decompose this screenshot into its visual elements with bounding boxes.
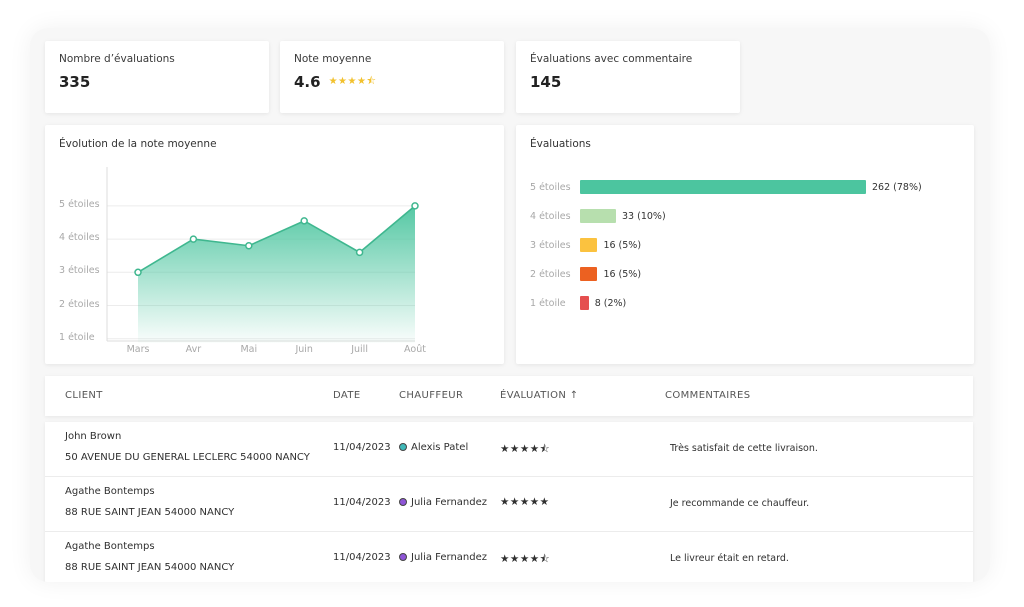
bar-category-label: 4 étoiles (530, 210, 571, 222)
client-address: 88 RUE SAINT JEAN 54000 NANCY (65, 507, 235, 518)
card-title: Évaluations (530, 138, 591, 150)
kpi-value: 335 (59, 73, 90, 91)
data-point[interactable] (189, 235, 198, 243)
table-row[interactable]: Agathe Bontemps 88 RUE SAINT JEAN 54000 … (45, 477, 973, 532)
x-tick-label: Juill (351, 344, 368, 355)
bar-value-label: 262 (78%) (872, 181, 922, 193)
y-tick-label: 3 étoiles (59, 265, 100, 277)
client-name: John Brown (65, 431, 122, 442)
column-header-driver[interactable]: CHAUFFEUR (399, 390, 463, 401)
driver-color-dot (399, 553, 407, 561)
column-header-date[interactable]: DATE (333, 390, 361, 401)
area-fill (138, 205, 415, 343)
kpi-label: Note moyenne (294, 53, 372, 65)
client-name: Agathe Bontemps (65, 486, 155, 497)
driver-color-dot (399, 498, 407, 506)
y-tick-label: 5 étoiles (59, 198, 100, 210)
bar-row: 4 étoiles 33 (10%) (530, 209, 666, 223)
star-rating-icon: ★★★★★ (500, 496, 550, 508)
rating-evolution-chart (106, 167, 419, 343)
bar-row: 5 étoiles 262 (78%) (530, 180, 922, 194)
client-address: 50 AVENUE DU GENERAL LECLERC 54000 NANCY (65, 452, 310, 463)
column-header-rating[interactable]: ÉVALUATION ↑ (500, 390, 579, 401)
kpi-label: Nombre d’évaluations (59, 53, 175, 65)
kpi-value: 4.6 ★★★★⯪ (294, 73, 376, 91)
data-point[interactable] (300, 217, 308, 225)
bar-value-label: 33 (10%) (622, 210, 666, 222)
bar-category-label: 2 étoiles (530, 268, 571, 280)
data-point[interactable] (245, 241, 253, 250)
y-tick-label: 1 étoile (59, 331, 95, 343)
bar-row: 2 étoiles 16 (5%) (530, 267, 641, 281)
ratings-distribution-card: Évaluations 5 étoiles 262 (78%) 4 étoiles 3… (516, 125, 974, 364)
bar[interactable] (580, 209, 617, 223)
table-row[interactable]: John Brown 50 AVENUE DU GENERAL LECLERC … (45, 422, 973, 477)
bar-category-label: 5 étoiles (530, 181, 571, 193)
comment: Le livreur était en retard. (670, 553, 789, 564)
bar[interactable] (580, 296, 589, 310)
comment: Très satisfait de cette livraison. (670, 443, 818, 454)
x-tick-label: Avr (185, 344, 202, 355)
y-tick-label: 4 étoiles (59, 232, 100, 244)
kpi-card-comments: Évaluations avec commentaire 145 (516, 41, 740, 113)
kpi-card-average: Note moyenne 4.6 ★★★★⯪ (280, 41, 504, 113)
star-rating-icon: ★★★★⯪ (328, 75, 377, 87)
review-date: 11/04/2023 (333, 442, 391, 453)
client-address: 88 RUE SAINT JEAN 54000 NANCY (65, 562, 235, 573)
driver[interactable]: Julia Fernandez (399, 497, 487, 508)
driver[interactable]: Julia Fernandez (399, 552, 487, 563)
client-name: Agathe Bontemps (65, 541, 155, 552)
data-point[interactable] (134, 268, 142, 277)
data-point[interactable] (355, 248, 364, 257)
driver[interactable]: Alexis Patel (399, 442, 468, 453)
x-tick-label: Mai (240, 344, 258, 355)
review-date: 11/04/2023 (333, 552, 391, 563)
column-header-comments[interactable]: COMMENTAIRES (665, 390, 750, 401)
bar[interactable] (580, 267, 598, 281)
x-tick-label: Juin (295, 344, 313, 355)
bar-category-label: 3 étoiles (530, 239, 571, 251)
bar-value-label: 8 (2%) (594, 297, 627, 309)
bar-value-label: 16 (5%) (603, 268, 642, 280)
data-point[interactable] (411, 202, 419, 210)
review-date: 11/04/2023 (333, 497, 391, 508)
y-tick-label: 2 étoiles (59, 298, 100, 310)
bar-category-label: 1 étoile (530, 297, 566, 309)
driver-name: Julia Fernandez (411, 497, 487, 508)
kpi-value: 145 (530, 73, 561, 91)
driver-name: Julia Fernandez (411, 552, 487, 563)
comment: Je recommande ce chauffeur. (670, 498, 810, 509)
bar[interactable] (580, 238, 598, 252)
star-rating-icon: ★★★★⯪ (500, 553, 551, 565)
bar-row: 1 étoile 8 (2%) (530, 296, 626, 310)
kpi-number: 335 (59, 73, 91, 91)
dashboard-frame: Nombre d’évaluations 335 Note moyenne 4.… (30, 28, 990, 582)
bar[interactable] (580, 180, 866, 194)
kpi-label: Évaluations avec commentaire (530, 53, 693, 65)
driver-name: Alexis Patel (411, 442, 469, 453)
column-header-client[interactable]: CLIENT (65, 390, 103, 401)
reviews-table: John Brown 50 AVENUE DU GENERAL LECLERC … (45, 422, 973, 582)
driver-color-dot (399, 443, 407, 451)
table-header: CLIENT DATE CHAUFFEUR ÉVALUATION ↑ COMME… (45, 376, 973, 416)
bar-row: 3 étoiles 16 (5%) (530, 238, 641, 252)
x-tick-label: Août (404, 344, 426, 355)
kpi-number: 145 (530, 73, 562, 91)
kpi-number: 4.6 (294, 73, 321, 91)
bar-value-label: 16 (5%) (603, 239, 642, 251)
star-rating-icon: ★★★★⯪ (500, 443, 551, 455)
rating-evolution-card: Évolution de la note moyenne 5 étoiles 4 … (45, 125, 504, 364)
x-tick-label: Mars (126, 344, 150, 355)
table-row[interactable]: Agathe Bontemps 88 RUE SAINT JEAN 54000 … (45, 532, 973, 582)
kpi-card-total: Nombre d’évaluations 335 (45, 41, 269, 113)
